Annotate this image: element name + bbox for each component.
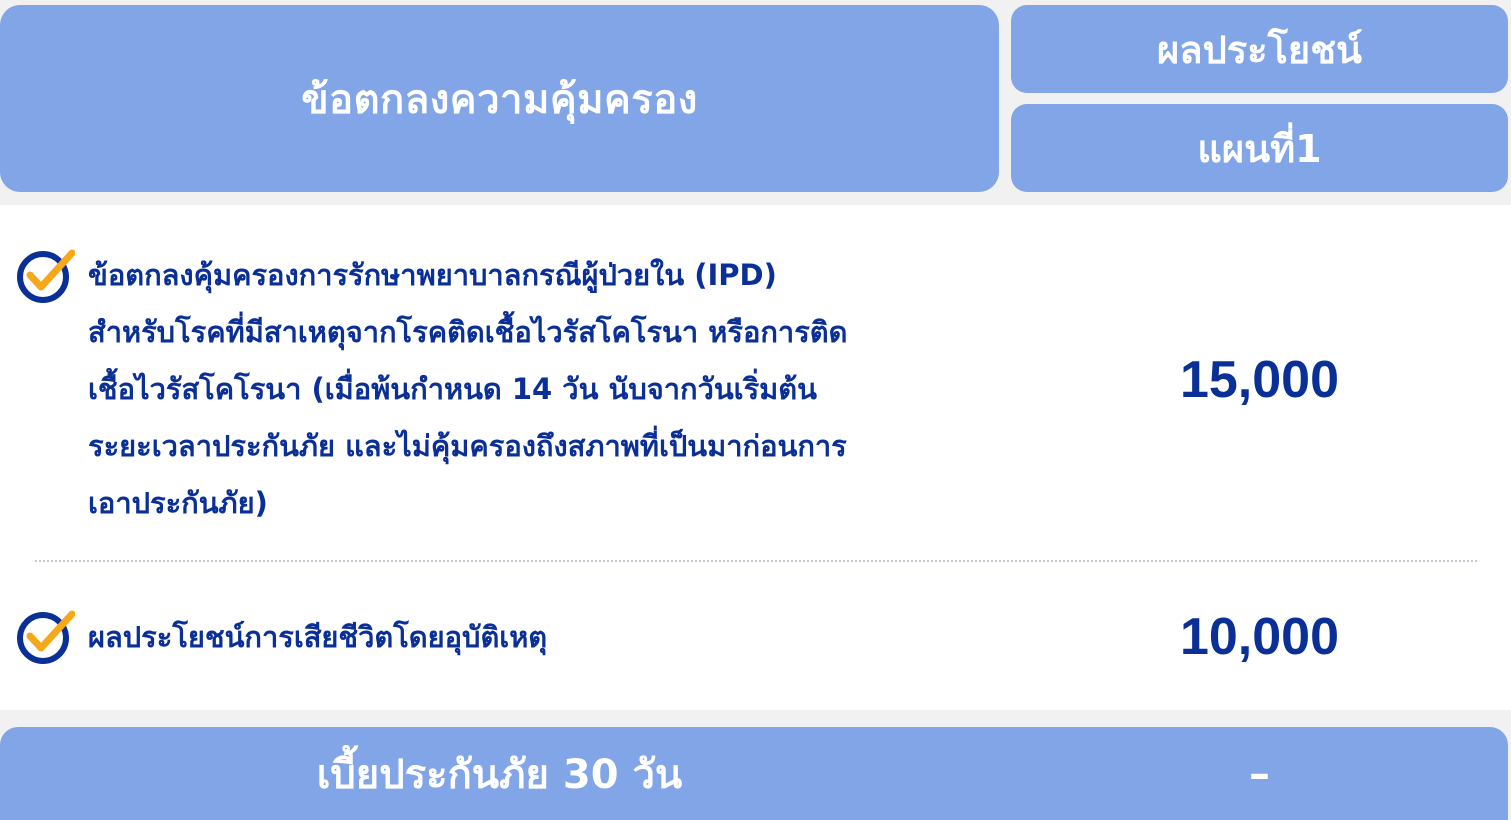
premium-label: เบี้ยประกันภัย 30 วัน [316,751,683,798]
benefit-header-title: ผลประโยชน์ [1157,27,1362,72]
accident-death-value: 10,000 [1179,608,1340,666]
coverage-header-title: ข้อตกลงความคุ้มครอง [301,76,698,123]
coverage-header: ข้อตกลงความคุ้มครอง [0,5,999,192]
coverage-table: ข้อตกลงคุ้มครองการรักษาพยาบาลกรณีผู้ป่วย… [0,205,1511,710]
plan-header-title: แผนที่1 [1197,126,1322,171]
premium-value: – [1249,749,1270,798]
check-circle-icon [17,249,75,303]
accident-death-label: ผลประโยชน์การเสียชีวิตโดยอุบัติเหตุ [88,620,548,654]
premium-footer: เบี้ยประกันภัย 30 วัน – [0,727,1508,820]
row-divider [35,560,1477,562]
ipd-coverage-value: 15,000 [1179,351,1340,409]
check-circle-icon [17,610,75,664]
benefit-header: ผลประโยชน์ [1011,5,1508,93]
ipd-coverage-label: ข้อตกลงคุ้มครองการรักษาพยาบาลกรณีผู้ป่วย… [88,258,848,520]
plan-header: แผนที่1 [1011,104,1508,192]
